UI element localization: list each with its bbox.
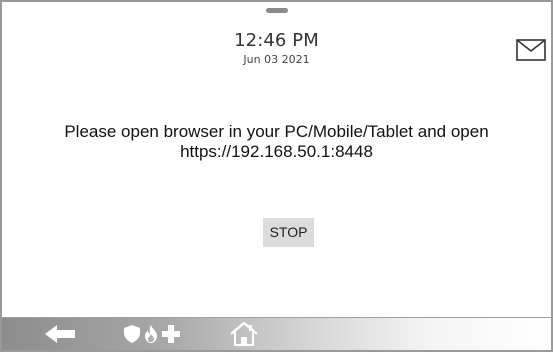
back-arrow-icon <box>45 325 75 343</box>
panel-screen: 12:46 PM Jun 03 2021 Please open browser… <box>0 0 553 352</box>
clock-date: Jun 03 2021 <box>243 53 310 66</box>
fire-icon <box>145 325 157 343</box>
shield-icon <box>124 325 140 343</box>
stop-button[interactable]: STOP <box>263 218 314 247</box>
clock-time: 12:46 PM <box>234 30 319 51</box>
back-button[interactable] <box>40 318 80 350</box>
instruction-message: Please open browser in your PC/Mobile/Ta… <box>2 122 551 162</box>
medical-cross-icon <box>162 325 180 343</box>
envelope-icon[interactable] <box>516 39 546 61</box>
home-icon <box>230 322 258 346</box>
clock-display: 12:46 PM Jun 03 2021 <box>2 30 551 67</box>
instruction-url: https://192.168.50.1:8448 <box>180 142 373 161</box>
emergency-button[interactable] <box>112 318 192 350</box>
home-button[interactable] <box>224 318 264 350</box>
instruction-line-1: Please open browser in your PC/Mobile/Ta… <box>64 122 489 141</box>
pull-down-handle[interactable] <box>265 8 288 13</box>
bottom-nav-bar <box>2 317 551 350</box>
